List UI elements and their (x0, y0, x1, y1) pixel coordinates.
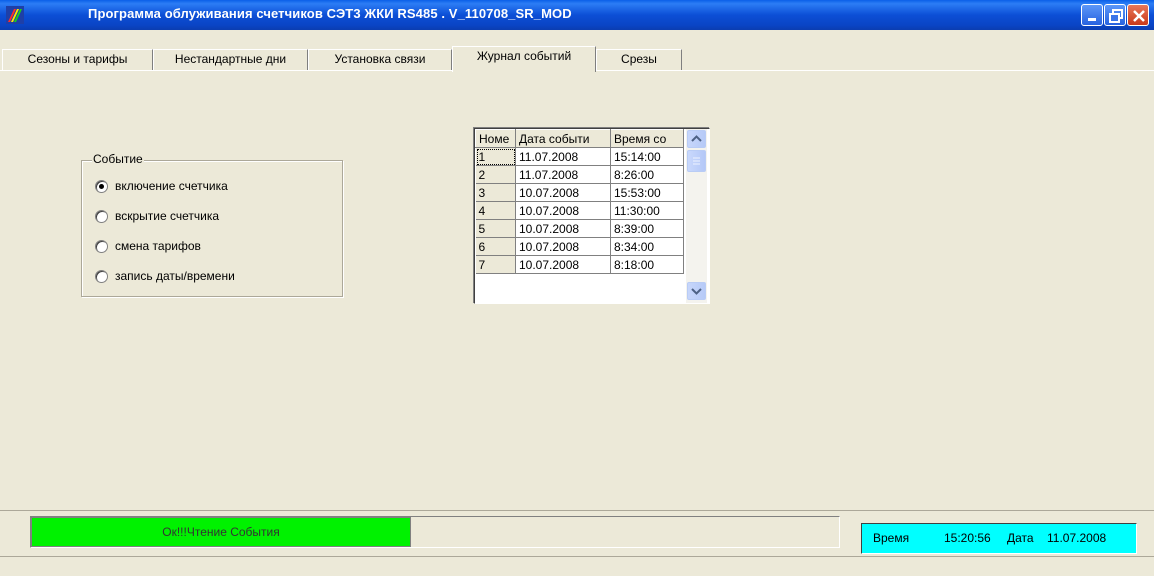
table-row[interactable]: 4 10.07.2008 11:30:00 (475, 201, 684, 220)
tab-connection[interactable]: Установка связи (308, 49, 452, 70)
status-message: Ок!!!Чтение События (162, 525, 280, 539)
table-row[interactable]: 3 10.07.2008 15:53:00 (475, 183, 684, 202)
grid-vertical-scrollbar[interactable] (686, 129, 707, 303)
row-number[interactable]: 6 (475, 237, 516, 256)
row-number[interactable]: 3 (475, 183, 516, 202)
scroll-thumb[interactable] (687, 150, 706, 172)
scroll-up-button[interactable] (687, 130, 706, 148)
title-bar[interactable]: Программа облуживания счетчиков СЭТ3 ЖКИ… (0, 0, 1154, 30)
date-label: Дата (1007, 531, 1034, 545)
chevron-down-icon (691, 288, 702, 295)
app-icon (6, 6, 24, 24)
status-separator (0, 510, 1154, 511)
radio-label: вскрытие счетчика (115, 209, 220, 223)
radio-button[interactable] (95, 270, 108, 283)
radio-button[interactable] (95, 210, 108, 223)
window-title: Программа облуживания счетчиков СЭТ3 ЖКИ… (88, 6, 572, 21)
table-row[interactable]: 7 10.07.2008 8:18:00 (475, 255, 684, 274)
event-time[interactable]: 8:18:00 (610, 255, 684, 274)
event-group-title: Событие (92, 152, 144, 166)
radio-button-selected[interactable] (95, 180, 108, 193)
tab-event-log[interactable]: Журнал событий (452, 46, 596, 72)
radio-button[interactable] (95, 240, 108, 253)
table-row[interactable]: 1 11.07.2008 15:14:00 (475, 147, 684, 166)
event-time[interactable]: 15:14:00 (610, 147, 684, 166)
row-number[interactable]: 2 (475, 165, 516, 184)
radio-label: смена тарифов (115, 239, 201, 253)
table-row[interactable]: 2 11.07.2008 8:26:00 (475, 165, 684, 184)
time-label: Время (873, 531, 910, 545)
event-time[interactable]: 15:53:00 (610, 183, 684, 202)
radio-label: запись даты/времени (115, 269, 235, 283)
event-date[interactable]: 10.07.2008 (515, 237, 611, 256)
minimize-button[interactable] (1081, 4, 1103, 26)
scroll-down-button[interactable] (687, 282, 706, 300)
row-number[interactable]: 7 (475, 255, 516, 274)
chevron-up-icon (691, 135, 702, 142)
tab-slices[interactable]: Срезы (596, 49, 682, 70)
event-date[interactable]: 10.07.2008 (515, 219, 611, 238)
table-row[interactable]: 5 10.07.2008 8:39:00 (475, 219, 684, 238)
date-value: 11.07.2008 (1047, 531, 1107, 545)
row-number[interactable]: 4 (475, 201, 516, 220)
grid-header-row: Номе Дата событи Время со (475, 129, 684, 148)
grip-icon (693, 157, 700, 165)
column-header-date[interactable]: Дата событи (515, 129, 611, 148)
row-number[interactable]: 5 (475, 219, 516, 238)
events-grid[interactable]: Номе Дата событи Время со 1 11.07.2008 1… (474, 128, 710, 304)
restore-button[interactable] (1104, 4, 1126, 26)
tab-seasons[interactable]: Сезоны и тарифы (2, 49, 153, 70)
event-time[interactable]: 8:26:00 (610, 165, 684, 184)
event-date[interactable]: 11.07.2008 (515, 147, 611, 166)
event-time[interactable]: 8:34:00 (610, 237, 684, 256)
close-icon (1133, 10, 1145, 22)
time-value: 15:20:56 (944, 531, 991, 545)
table-row[interactable]: 6 10.07.2008 8:34:00 (475, 237, 684, 256)
column-header-time[interactable]: Время со (610, 129, 684, 148)
tab-nonstandard-days[interactable]: Нестандартные дни (153, 49, 308, 70)
event-date[interactable]: 11.07.2008 (515, 165, 611, 184)
column-header-number[interactable]: Номе (475, 129, 516, 148)
restore-icon (1109, 9, 1123, 23)
close-button[interactable] (1127, 4, 1149, 26)
row-number[interactable]: 1 (475, 147, 516, 166)
status-bar (0, 556, 1154, 576)
event-date[interactable]: 10.07.2008 (515, 201, 611, 220)
event-time[interactable]: 11:30:00 (610, 201, 684, 220)
event-date[interactable]: 10.07.2008 (515, 183, 611, 202)
datetime-panel: Время 15:20:56 Дата 11.07.2008 (861, 523, 1137, 554)
event-date[interactable]: 10.07.2008 (515, 255, 611, 274)
minimize-icon (1088, 18, 1096, 21)
event-time[interactable]: 8:39:00 (610, 219, 684, 238)
radio-label: включение счетчика (115, 179, 228, 193)
